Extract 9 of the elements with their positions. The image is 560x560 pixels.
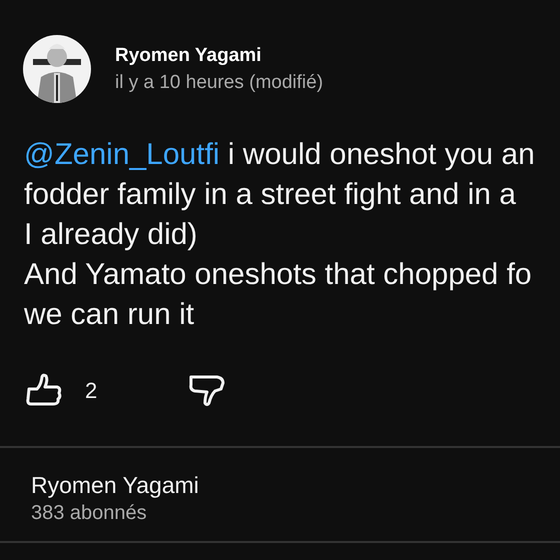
comment-text: @Zenin_Loutfi i would oneshot you an fodder family in a street fight and in a I already did) And Yamato oneshots that chopped fo we can run it (23, 137, 536, 333)
like-count: 2 (85, 376, 98, 404)
comment-time: il y a 10 heures (modifié) (115, 73, 324, 92)
mention-link[interactable]: @Zenin_Loutfi (24, 138, 220, 171)
channel-name[interactable]: Ryomen Yagami (31, 474, 560, 497)
subscriber-count: 383 abonnés (31, 503, 148, 523)
author-name[interactable]: Ryomen Yagami (115, 46, 324, 65)
thumbs-down-icon[interactable] (187, 373, 226, 407)
thumbs-up-icon[interactable] (25, 373, 63, 407)
